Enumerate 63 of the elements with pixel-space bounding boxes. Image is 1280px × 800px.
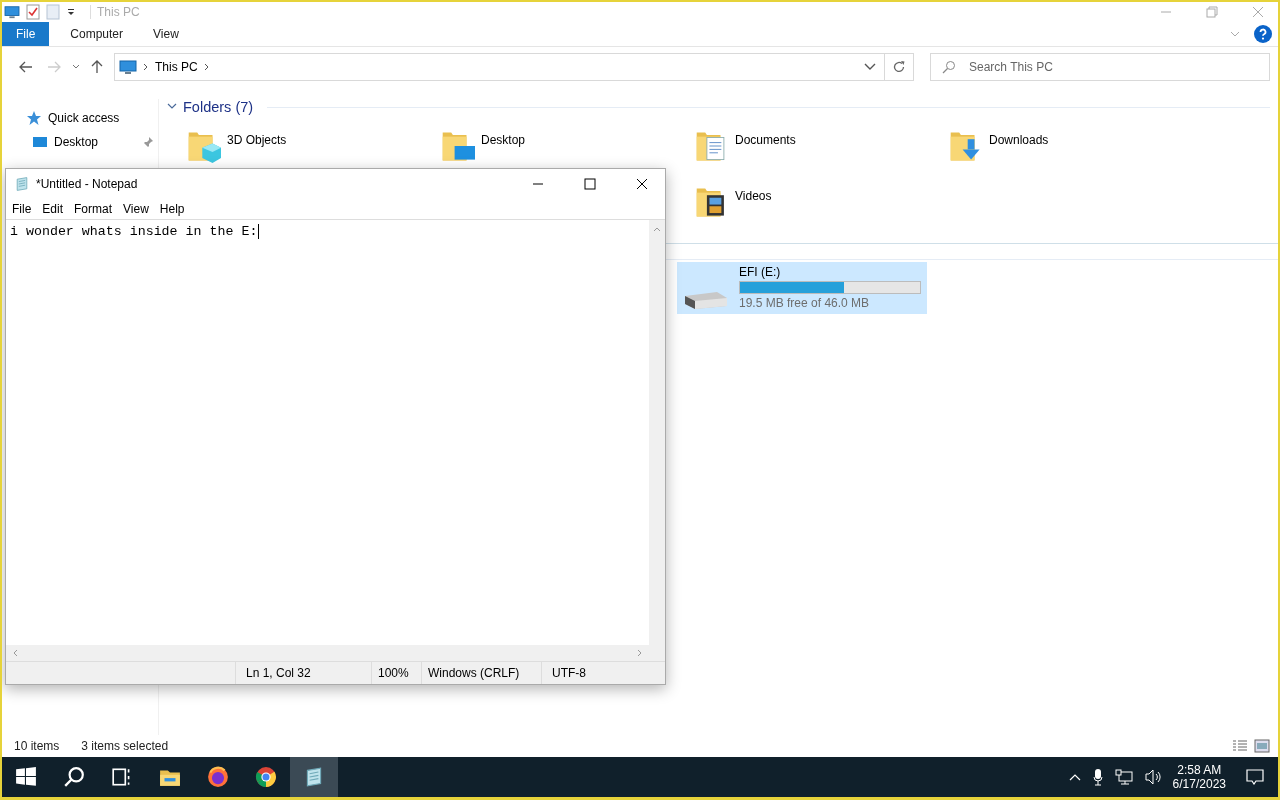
properties-icon[interactable] (26, 4, 40, 20)
ribbon-tab[interactable]: Computer (55, 22, 139, 46)
menu-item[interactable]: Format (74, 202, 113, 216)
menu-item[interactable]: Edit (42, 202, 64, 216)
menu-item[interactable]: View (123, 202, 149, 216)
microphone-icon[interactable] (1092, 768, 1103, 786)
status-text: Ln 1, Col 32 (236, 662, 372, 684)
folder-item[interactable]: Downloads (949, 129, 1203, 163)
folder-item[interactable]: Desktop (441, 129, 695, 163)
chevron-right-icon[interactable] (203, 63, 210, 71)
folder-item[interactable]: 3D Objects (187, 129, 441, 163)
folder-icon (949, 129, 983, 163)
close-icon[interactable] (636, 178, 648, 190)
chevron-down-icon[interactable] (167, 103, 177, 111)
taskbar-button[interactable] (290, 757, 338, 797)
status-text: 10 items (14, 739, 60, 753)
folder-item[interactable]: Videos (695, 185, 949, 219)
folder-icon (441, 129, 475, 163)
volume-icon[interactable] (1144, 769, 1163, 785)
start-icon (15, 766, 37, 788)
vertical-scrollbar[interactable] (649, 220, 665, 645)
pc-icon (119, 59, 137, 75)
clock[interactable]: 2:58 AM 6/17/2023 (1168, 757, 1230, 797)
window-title: *Untitled - Notepad (36, 177, 138, 191)
search-field[interactable]: Search This PC (930, 53, 1270, 81)
menu-item[interactable]: Help (159, 202, 185, 216)
status-text: UTF-8 (551, 665, 587, 682)
sidebar-item[interactable]: Quick access (2, 106, 158, 130)
network-icon[interactable] (1114, 769, 1133, 785)
up-arrow-icon[interactable] (91, 60, 103, 74)
breadcrumb[interactable]: This PC (155, 60, 198, 74)
search-icon (942, 60, 956, 74)
status-text: 100% (372, 662, 422, 684)
maximize-icon[interactable] (584, 178, 596, 190)
status-text: 3 items selected (81, 739, 169, 753)
chevron-right-icon[interactable] (143, 63, 149, 71)
notepad-icon (14, 176, 30, 192)
menu-item[interactable]: File (12, 202, 32, 216)
status-text: Windows (CRLF) (422, 662, 542, 684)
text-editor[interactable]: i wonder whats inside in the E: (10, 222, 260, 240)
chrome-icon (255, 766, 277, 788)
folder-item[interactable]: Documents (695, 129, 949, 163)
help-icon[interactable] (1254, 25, 1272, 43)
chevron-down-icon[interactable] (72, 64, 80, 70)
refresh-button[interactable] (884, 53, 914, 81)
star-icon (26, 110, 42, 126)
file-menu-button[interactable]: File (2, 22, 50, 46)
dropdown-icon[interactable] (66, 7, 76, 17)
window-title: This PC (90, 5, 140, 19)
desktop-icon (32, 134, 48, 150)
folder-icon (187, 129, 221, 163)
section-header[interactable]: Folders (7) (183, 99, 254, 115)
firefox-icon (207, 766, 229, 788)
address-bar[interactable]: This PC (114, 53, 884, 81)
notification-icon[interactable] (1246, 769, 1264, 785)
search-icon (63, 766, 85, 788)
sidebar-item[interactable]: Desktop (2, 130, 158, 154)
ribbon-tab[interactable]: View (138, 22, 194, 46)
drive-tile[interactable]: EFI (E:) 19.5 MB free of 46.0 MB (677, 262, 927, 314)
pc-icon[interactable] (4, 5, 20, 19)
back-arrow-icon[interactable] (19, 61, 33, 73)
refresh-icon (892, 60, 906, 74)
chevron-down-icon[interactable] (864, 63, 876, 71)
